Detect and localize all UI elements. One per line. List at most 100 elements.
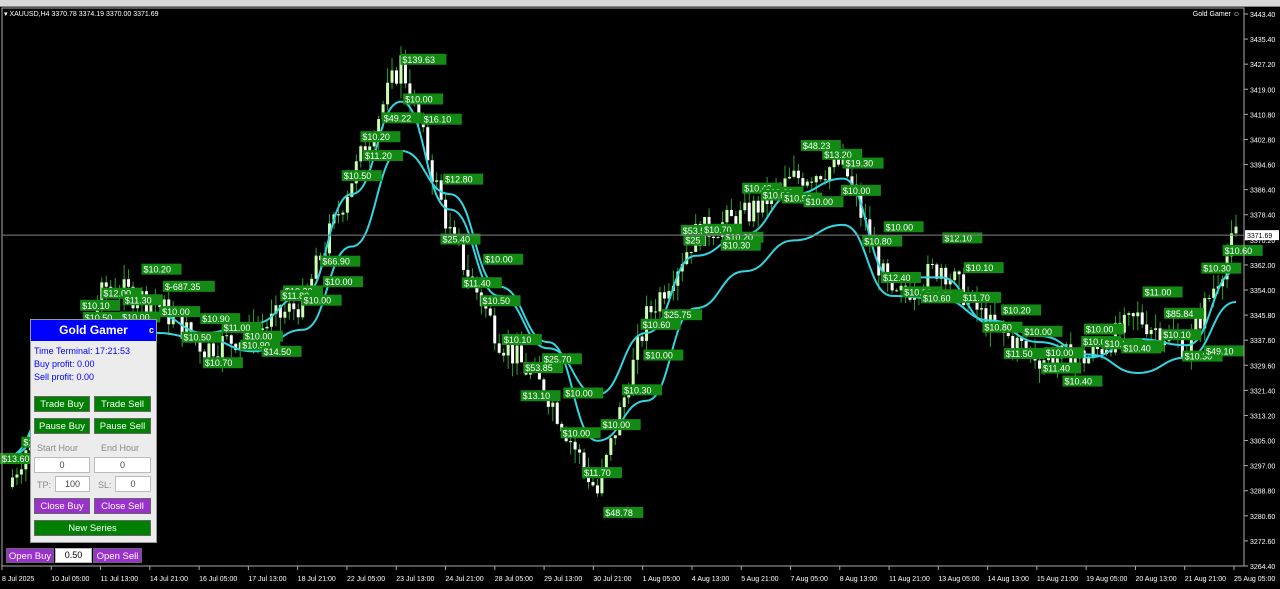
time-tick-label: 16 Jul 05:00: [199, 576, 237, 583]
time-tick-label: 20 Aug 13:00: [1135, 576, 1176, 583]
trade-label: $11.70: [963, 293, 990, 303]
symbol-info: ▾ XAUUSD,H4 3370.78 3374.19 3370.00 3371…: [4, 11, 159, 18]
trade-label: $10.00: [886, 222, 914, 232]
trade-label: $10.20: [143, 265, 171, 275]
candle-body: [345, 196, 349, 213]
trade-label: $10.00: [565, 388, 593, 398]
time-tick-label: 18 Jul 21:00: [298, 576, 336, 583]
candle-body: [796, 170, 800, 179]
candle-body: [747, 202, 751, 222]
candle-body: [287, 303, 291, 312]
start-hour-label: Start Hour: [37, 443, 79, 453]
price-tick-label: 3313.20: [1250, 413, 1275, 420]
trade-label: $139.63: [402, 55, 435, 65]
candle-body: [426, 127, 430, 161]
trade-label: $53.85: [525, 363, 553, 373]
price-tick-label: 3362.00: [1250, 263, 1275, 270]
candle-body: [127, 279, 131, 287]
close-buy-button[interactable]: Close Buy: [34, 498, 90, 514]
sl-input[interactable]: 0: [115, 476, 151, 492]
trade-label: $25: [685, 236, 700, 246]
candle-body: [444, 199, 448, 229]
candle-body: [359, 146, 363, 162]
candle-body: [390, 70, 394, 83]
new-series-button[interactable]: New Series: [34, 520, 151, 536]
time-tick-label: 7 Aug 05:00: [790, 576, 827, 583]
start-hour-input[interactable]: 0: [34, 457, 90, 473]
time-tick-label: 29 Jul 13:00: [544, 576, 582, 583]
trade-label: $10.00: [843, 186, 871, 196]
trade-buy-button[interactable]: Trade Buy: [34, 396, 90, 412]
candle-body: [801, 178, 805, 186]
candle-body: [636, 336, 640, 360]
candle-body: [1024, 341, 1028, 349]
candle-body: [515, 345, 519, 364]
time-tick-label: 30 Jul 21:00: [593, 576, 631, 583]
price-tick-label: 3272.60: [1250, 539, 1275, 546]
trade-label: $10.40: [1064, 377, 1092, 387]
candle-body: [296, 309, 300, 318]
open-buy-button[interactable]: Open Buy: [6, 548, 54, 563]
candle-body: [712, 236, 716, 239]
candle-body: [1127, 313, 1131, 315]
candle-body: [1091, 346, 1095, 358]
trade-label: $49.10: [1206, 346, 1234, 356]
candle-body: [336, 214, 340, 216]
candle-body: [394, 70, 398, 84]
lot-size-input[interactable]: 0.50: [55, 548, 92, 563]
sl-label: SL:: [98, 480, 112, 490]
trade-label: $10.00: [1086, 325, 1114, 335]
trade-label: $10.40: [1123, 343, 1151, 353]
trade-label: $10.00: [603, 420, 631, 430]
close-icon[interactable]: c: [149, 320, 154, 341]
close-sell-button[interactable]: Close Sell: [94, 498, 151, 514]
candle-body: [787, 176, 791, 179]
candle-body: [1100, 349, 1104, 354]
candle-body: [10, 477, 14, 488]
candle-body: [899, 285, 903, 291]
end-hour-input[interactable]: 0: [94, 457, 151, 473]
open-sell-button[interactable]: Open Sell: [93, 548, 142, 563]
candle-body: [225, 335, 229, 337]
candle-body: [484, 306, 488, 309]
candle-body: [1006, 332, 1010, 336]
candle-body: [1234, 226, 1238, 234]
candle-body: [19, 469, 23, 475]
price-chart[interactable]: $13.60 $10.60 $13.10 $10.00 $10.30 $10.50 $10.…: [0, 6, 1280, 589]
panel-title: Gold Gamer c: [31, 320, 156, 341]
pause-sell-button[interactable]: Pause Sell: [94, 418, 151, 434]
trade-label: $10.00: [405, 95, 433, 105]
pause-buy-button[interactable]: Pause Buy: [34, 418, 90, 434]
price-tick-label: 3386.40: [1250, 188, 1275, 195]
price-tick-label: 3329.60: [1250, 363, 1275, 370]
sell-profit: Sell profit: 0.00: [34, 372, 95, 382]
time-tick-label: 11 Jul 13:00: [101, 576, 139, 583]
candle-body: [783, 178, 787, 188]
time-tick-label: 13 Aug 05:00: [938, 576, 979, 583]
trade-sell-button[interactable]: Trade Sell: [94, 396, 151, 412]
trade-label: $-687.35: [165, 282, 201, 292]
trade-label: $10.10: [82, 301, 110, 311]
candle-body: [488, 308, 492, 316]
trade-label: $11.40: [1043, 364, 1070, 374]
trade-label: $13.60: [2, 454, 30, 464]
price-tick-label: 3443.40: [1250, 12, 1275, 19]
tp-input[interactable]: 100: [55, 476, 90, 492]
trade-label: $25.70: [544, 354, 572, 364]
candle-body: [582, 452, 586, 468]
gold-gamer-panel: Gold Gamer c Time Terminal: 17:21:53 Buy…: [30, 319, 157, 543]
trade-label: $10.00: [1024, 327, 1052, 337]
time-tick-label: 22 Jul 05:00: [347, 576, 385, 583]
price-tick-label: 3435.40: [1250, 37, 1275, 44]
candle-body: [752, 200, 756, 222]
candle-body: [814, 176, 818, 183]
candle-body: [341, 212, 345, 215]
trade-label: $10.10: [504, 335, 532, 345]
trade-label: $48.78: [605, 508, 633, 518]
candle-body: [555, 402, 559, 424]
candle-body: [649, 306, 653, 313]
candle-body: [569, 441, 573, 443]
candle-body: [435, 180, 439, 182]
trade-label: $10.00: [325, 277, 353, 287]
price-tick-label: 3345.80: [1250, 313, 1275, 320]
